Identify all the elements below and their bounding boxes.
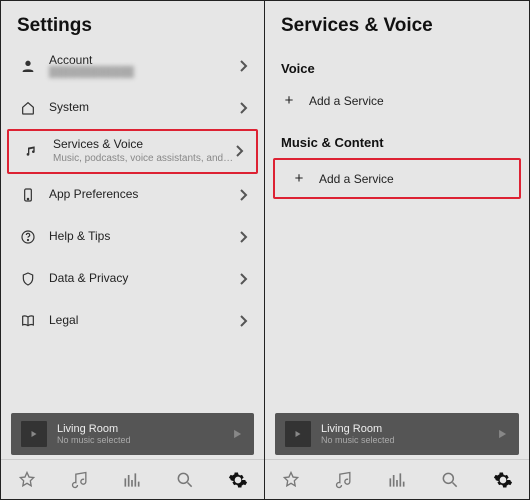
album-art-icon bbox=[285, 421, 311, 447]
settings-list: Account ████████████ System bbox=[1, 45, 264, 342]
section-heading-music-content: Music & Content bbox=[265, 119, 529, 156]
settings-item-account[interactable]: Account ████████████ bbox=[5, 45, 260, 87]
settings-item-label: Services & Voice bbox=[53, 138, 234, 152]
chevron-right-icon bbox=[238, 272, 248, 286]
house-icon bbox=[17, 100, 39, 116]
question-circle-icon bbox=[17, 229, 39, 245]
now-playing-status: No music selected bbox=[321, 435, 495, 445]
settings-item-sublabel: Music, podcasts, voice assistants, and m… bbox=[53, 153, 234, 165]
tab-favorites[interactable] bbox=[1, 460, 54, 499]
add-service-label: Add a Service bbox=[307, 172, 394, 186]
now-playing-bar[interactable]: Living Room No music selected bbox=[11, 413, 254, 455]
chevron-right-icon bbox=[238, 59, 248, 73]
settings-pane: Settings Account ████████████ bbox=[1, 1, 265, 499]
settings-item-label: App Preferences bbox=[49, 188, 238, 202]
phone-icon bbox=[17, 187, 39, 203]
chevron-right-icon bbox=[238, 314, 248, 328]
plus-icon: + bbox=[281, 92, 297, 109]
settings-item-help-tips[interactable]: Help & Tips bbox=[5, 216, 260, 258]
now-playing-room: Living Room bbox=[57, 423, 230, 435]
play-icon[interactable] bbox=[495, 427, 509, 441]
now-playing-status: No music selected bbox=[57, 435, 230, 445]
album-art-icon bbox=[21, 421, 47, 447]
chevron-right-icon bbox=[238, 230, 248, 244]
settings-item-legal[interactable]: Legal bbox=[5, 300, 260, 342]
settings-item-services-voice[interactable]: Services & Voice Music, podcasts, voice … bbox=[7, 129, 258, 174]
tab-bar bbox=[1, 459, 264, 499]
tab-rooms[interactable] bbox=[371, 460, 424, 499]
section-heading-voice: Voice bbox=[265, 45, 529, 82]
settings-item-app-preferences[interactable]: App Preferences bbox=[5, 174, 260, 216]
now-playing-room: Living Room bbox=[321, 423, 495, 435]
settings-item-label: Data & Privacy bbox=[49, 272, 238, 286]
tab-search[interactable] bbox=[423, 460, 476, 499]
shield-icon bbox=[17, 271, 39, 287]
tab-music[interactable] bbox=[318, 460, 371, 499]
tab-settings[interactable] bbox=[211, 460, 264, 499]
add-service-voice[interactable]: + Add a Service bbox=[265, 82, 529, 119]
chevron-right-icon bbox=[238, 101, 248, 115]
tab-settings[interactable] bbox=[476, 460, 529, 499]
add-service-label: Add a Service bbox=[297, 94, 384, 108]
account-email-redacted: ████████████ bbox=[49, 67, 238, 78]
tab-favorites[interactable] bbox=[265, 460, 318, 499]
music-notes-icon bbox=[21, 143, 43, 159]
chevron-right-icon bbox=[238, 188, 248, 202]
add-service-music[interactable]: + Add a Service bbox=[273, 158, 521, 199]
tab-rooms[interactable] bbox=[106, 460, 159, 499]
settings-item-label: Help & Tips bbox=[49, 230, 238, 244]
tab-music[interactable] bbox=[54, 460, 107, 499]
settings-item-label: Account bbox=[49, 54, 238, 68]
settings-item-label: Legal bbox=[49, 314, 238, 328]
tab-bar bbox=[265, 459, 529, 499]
chevron-right-icon bbox=[234, 144, 244, 158]
tab-search[interactable] bbox=[159, 460, 212, 499]
services-voice-pane: Services & Voice Voice + Add a Service M… bbox=[265, 1, 529, 499]
settings-item-label: System bbox=[49, 101, 238, 115]
plus-icon: + bbox=[291, 170, 307, 187]
now-playing-bar[interactable]: Living Room No music selected bbox=[275, 413, 519, 455]
person-icon bbox=[17, 58, 39, 74]
page-title: Settings bbox=[1, 1, 264, 45]
book-icon bbox=[17, 313, 39, 329]
page-title: Services & Voice bbox=[265, 1, 529, 45]
play-icon[interactable] bbox=[230, 427, 244, 441]
settings-item-system[interactable]: System bbox=[5, 87, 260, 129]
settings-item-data-privacy[interactable]: Data & Privacy bbox=[5, 258, 260, 300]
